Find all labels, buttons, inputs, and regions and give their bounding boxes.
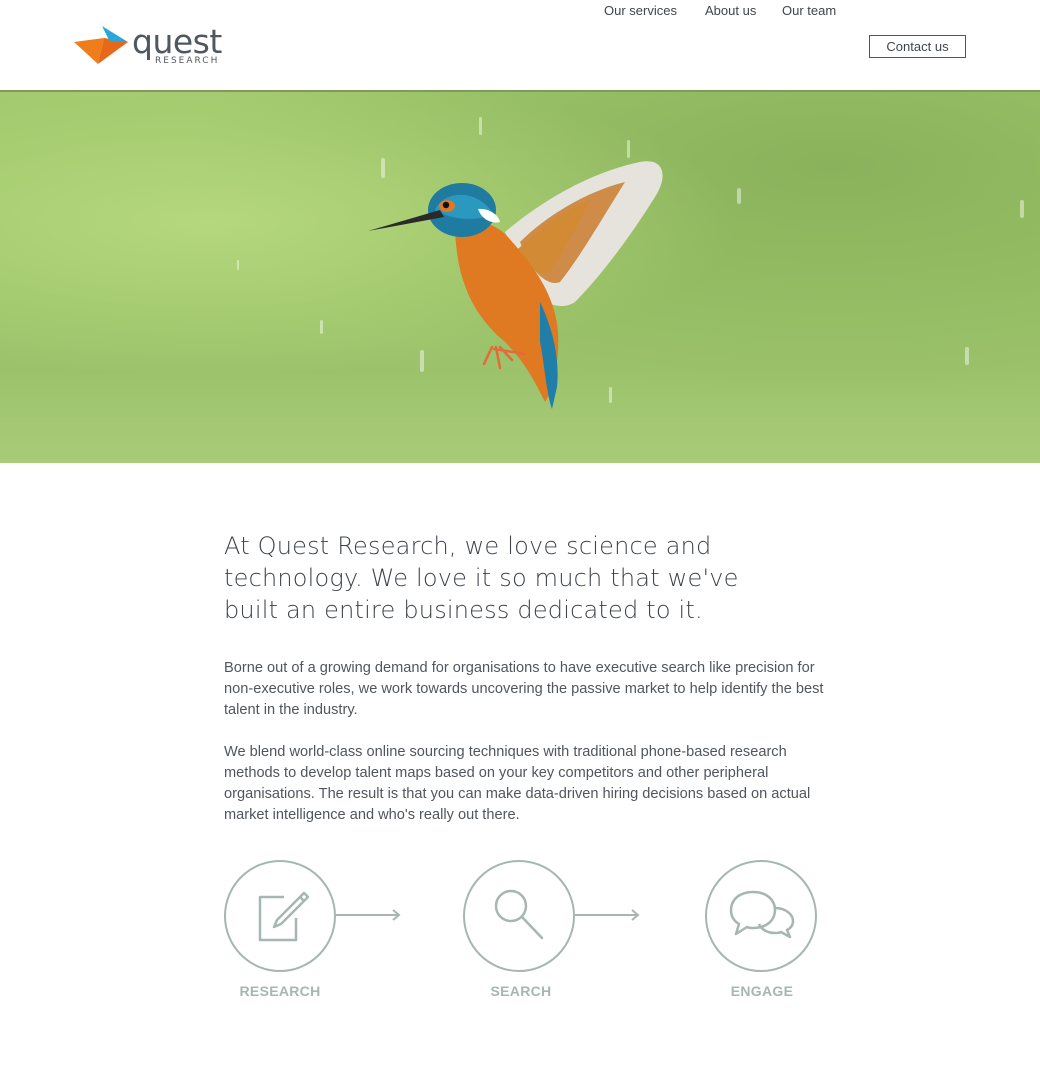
nav-about-us[interactable]: About us [705,0,756,22]
research-step-label: RESEARCH [239,983,321,999]
nav-our-team[interactable]: Our team [782,0,836,22]
intro-paragraph-2: We blend world-class online sourcing tec… [224,744,811,823]
logo-subtitle: RESEARCH [155,56,220,66]
search-step [463,860,575,972]
intro-paragraph-1: Borne out of a growing demand for organi… [224,660,824,718]
search-step-label: SEARCH [490,983,552,999]
edit-icon [258,891,310,942]
arrow-right-icon [336,909,401,921]
contact-us-button[interactable]: Contact us [869,35,966,58]
intro-headline: At Quest Research, we love science and t… [224,532,739,624]
arrow-right-icon [575,909,640,921]
chat-bubbles-icon [729,890,795,939]
site-header: quest RESEARCH Our services About us Our… [0,0,1040,92]
research-step [224,860,336,972]
engage-step-label: ENGAGE [730,983,794,999]
engage-step [705,860,817,972]
intro-section: At Quest Research, we love science and t… [224,530,824,823]
magnifier-icon [494,889,544,940]
logo-mark-icon [74,26,128,64]
kingfisher-image [237,117,1024,409]
hero-banner [0,92,1040,463]
quest-research-logo[interactable]: quest RESEARCH [74,22,234,70]
nav-our-services[interactable]: Our services [604,0,677,22]
